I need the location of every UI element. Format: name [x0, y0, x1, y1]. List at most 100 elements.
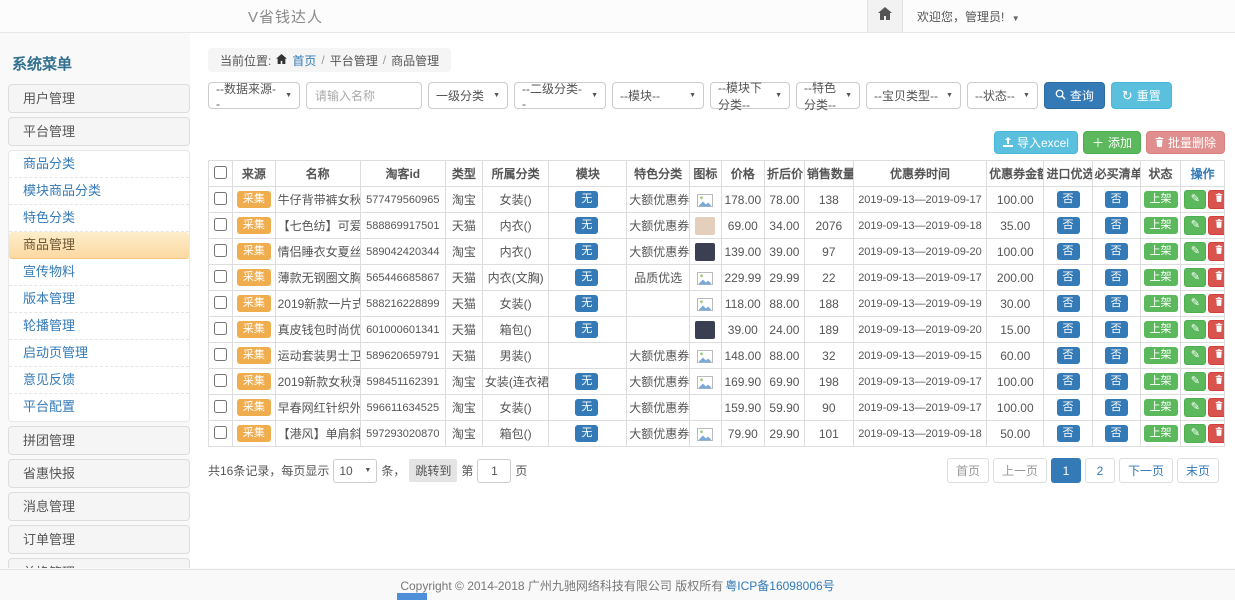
- row-checkbox[interactable]: [214, 426, 227, 439]
- edit-button[interactable]: ✎: [1184, 346, 1206, 365]
- row-checkbox[interactable]: [214, 244, 227, 257]
- import-excel-button[interactable]: 导入excel: [994, 131, 1078, 154]
- sidebar-sub-item[interactable]: 特色分类: [9, 205, 189, 232]
- sidebar-sub-item[interactable]: 启动页管理: [9, 340, 189, 367]
- sidebar-sub-item[interactable]: 意见反馈: [9, 367, 189, 394]
- delete-button[interactable]: [1208, 242, 1224, 261]
- icp-link[interactable]: 粤ICP备16098006号: [725, 577, 834, 594]
- add-button[interactable]: ＋ 添加: [1083, 131, 1141, 154]
- imported-toggle[interactable]: 否: [1057, 373, 1080, 390]
- row-checkbox[interactable]: [214, 400, 227, 413]
- delete-button[interactable]: [1208, 320, 1224, 339]
- breadcrumb-home-link[interactable]: 首页: [292, 52, 316, 69]
- must-buy-toggle[interactable]: 否: [1105, 295, 1128, 312]
- home-button[interactable]: [867, 0, 903, 32]
- imported-toggle[interactable]: 否: [1057, 425, 1080, 442]
- edit-button[interactable]: ✎: [1184, 372, 1206, 391]
- filter-select[interactable]: --宝贝类型--▼: [866, 82, 961, 109]
- page-button[interactable]: 1: [1051, 458, 1081, 483]
- sidebar-sub-item[interactable]: 模块商品分类: [9, 178, 189, 205]
- status-toggle[interactable]: 上架: [1144, 347, 1178, 364]
- imported-toggle[interactable]: 否: [1057, 269, 1080, 286]
- must-buy-toggle[interactable]: 否: [1105, 321, 1128, 338]
- edit-button[interactable]: ✎: [1184, 242, 1206, 261]
- delete-button[interactable]: [1208, 190, 1224, 209]
- sidebar-sub-item[interactable]: 宣传物料: [9, 259, 189, 286]
- status-toggle[interactable]: 上架: [1144, 191, 1178, 208]
- delete-button[interactable]: [1208, 372, 1224, 391]
- status-toggle[interactable]: 上架: [1144, 243, 1178, 260]
- user-menu[interactable]: 欢迎您，管理员! ▼: [917, 8, 1217, 25]
- imported-toggle[interactable]: 否: [1057, 399, 1080, 416]
- must-buy-toggle[interactable]: 否: [1105, 399, 1128, 416]
- edit-button[interactable]: ✎: [1184, 424, 1206, 443]
- imported-toggle[interactable]: 否: [1057, 217, 1080, 234]
- delete-button[interactable]: [1208, 216, 1224, 235]
- sidebar-item[interactable]: 消息管理: [8, 492, 190, 521]
- sidebar-sub-item[interactable]: 商品管理: [9, 232, 189, 259]
- row-checkbox[interactable]: [214, 322, 227, 335]
- row-checkbox[interactable]: [214, 374, 227, 387]
- must-buy-toggle[interactable]: 否: [1105, 191, 1128, 208]
- sidebar-sub-item[interactable]: 商品分类: [9, 151, 189, 178]
- delete-button[interactable]: [1208, 424, 1224, 443]
- page-button[interactable]: 上一页: [993, 458, 1047, 483]
- page-button[interactable]: 下一页: [1119, 458, 1173, 483]
- bulk-delete-button[interactable]: 批量删除: [1146, 131, 1225, 154]
- page-button[interactable]: 2: [1085, 458, 1115, 483]
- delete-button[interactable]: [1208, 268, 1224, 287]
- status-toggle[interactable]: 上架: [1144, 373, 1178, 390]
- select-all-checkbox[interactable]: [214, 166, 227, 179]
- page-button[interactable]: 末页: [1177, 458, 1219, 483]
- sidebar-item[interactable]: 兑换管理: [8, 558, 190, 568]
- name-search-input[interactable]: [306, 82, 422, 109]
- data-source-select[interactable]: --数据来源--▼: [208, 82, 300, 109]
- status-toggle[interactable]: 上架: [1144, 399, 1178, 416]
- must-buy-toggle[interactable]: 否: [1105, 347, 1128, 364]
- sidebar-item[interactable]: 订单管理: [8, 525, 190, 554]
- sidebar-item-platform[interactable]: 平台管理: [8, 117, 190, 146]
- sidebar-sub-item[interactable]: 平台配置: [9, 394, 189, 421]
- status-toggle[interactable]: 上架: [1144, 269, 1178, 286]
- row-checkbox[interactable]: [214, 296, 227, 309]
- must-buy-toggle[interactable]: 否: [1105, 217, 1128, 234]
- must-buy-toggle[interactable]: 否: [1105, 373, 1128, 390]
- page-number-input[interactable]: [477, 459, 511, 483]
- edit-button[interactable]: ✎: [1184, 294, 1206, 313]
- edit-button[interactable]: ✎: [1184, 190, 1206, 209]
- filter-select[interactable]: --二级分类--▼: [514, 82, 606, 109]
- filter-select[interactable]: --特色分类--▼: [796, 82, 860, 109]
- row-checkbox[interactable]: [214, 270, 227, 283]
- imported-toggle[interactable]: 否: [1057, 321, 1080, 338]
- filter-select[interactable]: --模块--▼: [612, 82, 704, 109]
- imported-toggle[interactable]: 否: [1057, 243, 1080, 260]
- status-toggle[interactable]: 上架: [1144, 295, 1178, 312]
- delete-button[interactable]: [1208, 398, 1224, 417]
- sidebar-item[interactable]: 省惠快报: [8, 459, 190, 488]
- status-toggle[interactable]: 上架: [1144, 321, 1178, 338]
- sidebar-sub-item[interactable]: 版本管理: [9, 286, 189, 313]
- sidebar-item[interactable]: 拼团管理: [8, 426, 190, 455]
- row-checkbox[interactable]: [214, 348, 227, 361]
- filter-select[interactable]: --模块下分类--▼: [710, 82, 790, 109]
- sidebar-sub-item[interactable]: 轮播管理: [9, 313, 189, 340]
- per-page-select[interactable]: 10▼: [333, 459, 377, 483]
- imported-toggle[interactable]: 否: [1057, 191, 1080, 208]
- delete-button[interactable]: [1208, 294, 1224, 313]
- row-checkbox[interactable]: [214, 218, 227, 231]
- filter-select[interactable]: 一级分类▼: [428, 82, 508, 109]
- must-buy-toggle[interactable]: 否: [1105, 425, 1128, 442]
- filter-select[interactable]: --状态--▼: [967, 82, 1038, 109]
- status-toggle[interactable]: 上架: [1144, 425, 1178, 442]
- search-button[interactable]: 查询: [1044, 82, 1105, 109]
- edit-button[interactable]: ✎: [1184, 216, 1206, 235]
- imported-toggle[interactable]: 否: [1057, 347, 1080, 364]
- status-toggle[interactable]: 上架: [1144, 217, 1178, 234]
- must-buy-toggle[interactable]: 否: [1105, 269, 1128, 286]
- edit-button[interactable]: ✎: [1184, 398, 1206, 417]
- sidebar-item[interactable]: 用户管理: [8, 84, 190, 113]
- imported-toggle[interactable]: 否: [1057, 295, 1080, 312]
- must-buy-toggle[interactable]: 否: [1105, 243, 1128, 260]
- page-button[interactable]: 首页: [947, 458, 989, 483]
- delete-button[interactable]: [1208, 346, 1224, 365]
